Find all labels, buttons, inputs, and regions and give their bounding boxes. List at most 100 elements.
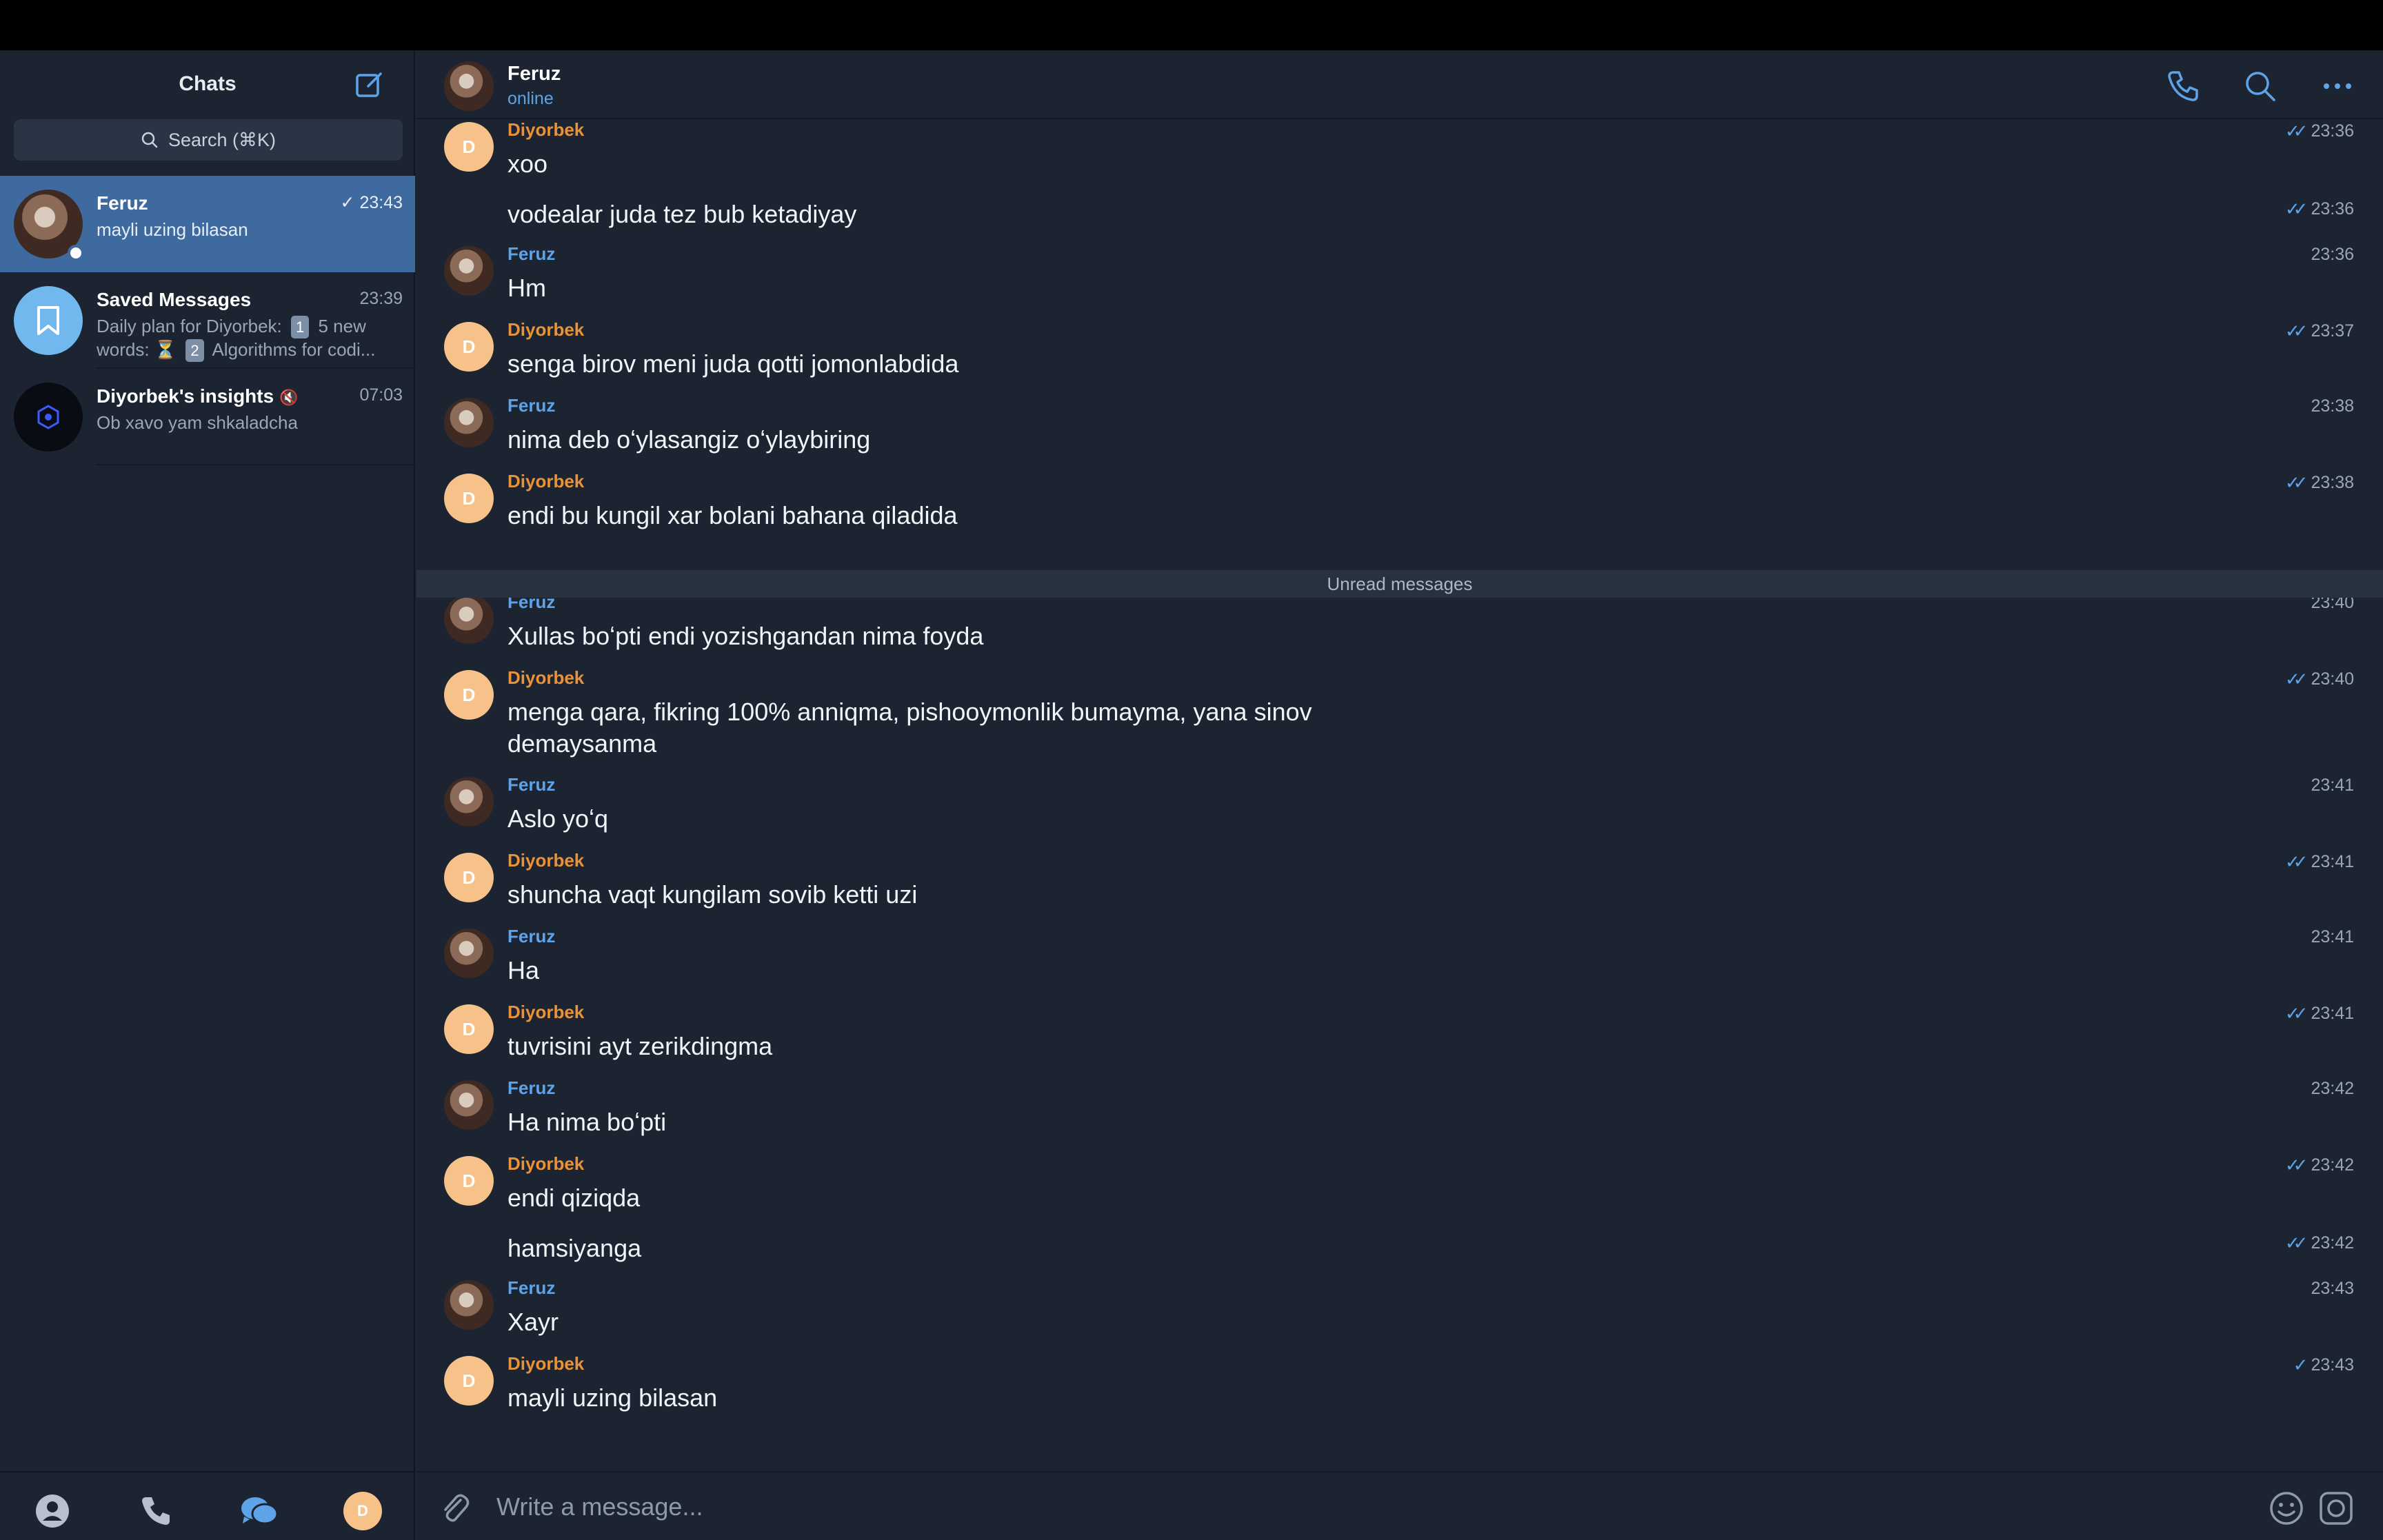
sender-avatar[interactable]: D [444,122,494,172]
chats-icon[interactable] [239,1490,280,1532]
sender-avatar[interactable] [444,1080,494,1130]
time-value: 23:36 [2311,245,2354,264]
message-time: 23:38 [2311,396,2354,416]
message-time: 23:41 [2311,776,2354,796]
message-time: ✓✓ 23:36 [2285,121,2354,142]
message-text: endi qiziqda [507,1184,641,1212]
message-text: Xullas boʻpti endi yozishgandan nima foy… [507,622,984,650]
message-time: ✓✓ 23:36 [2285,199,2354,220]
message-sender[interactable]: Diyorbek [507,1353,584,1375]
message-sender[interactable]: Diyorbek [507,1153,584,1175]
read-status-icon: ✓✓ [2284,472,2308,493]
message-sender[interactable]: Feruz [507,1077,555,1099]
saved-messages-avatar [14,286,83,355]
sender-avatar[interactable] [444,1280,494,1330]
time-value: 23:42 [2311,1079,2354,1098]
search-input[interactable]: Search (⌘K) [14,119,403,161]
sender-avatar[interactable]: D [444,853,494,902]
sender-avatar[interactable]: D [444,1004,494,1054]
message-sender[interactable]: Feruz [507,395,555,416]
sender-avatar[interactable]: D [444,474,494,523]
message-time: ✓ 23:43 [2293,1355,2354,1376]
peer-name[interactable]: Feruz [507,63,561,85]
message-time: ✓✓ 23:40 [2285,669,2354,690]
chat-item-saved-messages[interactable]: Saved Messages 23:39 Daily plan for Diyo… [0,272,415,369]
chat-preview: mayli uzing bilasan [97,219,248,240]
message-time: ✓✓ 23:42 [2285,1155,2354,1176]
message-time: ✓✓ 23:42 [2285,1233,2354,1254]
sender-avatar[interactable] [444,594,494,644]
message-text: nima deb oʻylasangiz oʻylaybiring [507,425,871,454]
time-value: 23:42 [2311,1155,2354,1175]
sender-avatar[interactable] [444,246,494,296]
sender-avatar[interactable] [444,777,494,827]
message-sender[interactable]: Feruz [507,1277,555,1299]
muted-icon: 🔇 [279,389,299,406]
sender-avatar[interactable] [444,929,494,978]
time-value: 23:36 [2311,199,2354,219]
profile-avatar[interactable]: D [342,1490,383,1532]
message-sender[interactable]: Diyorbek [507,850,584,871]
message-time: 23:41 [2311,927,2354,947]
message-sender[interactable]: Diyorbek [507,319,584,341]
sidebar: Chats Search (⌘K) Feruz ✓ 23:43 mayli uz… [0,50,415,1540]
message-sender[interactable]: Feruz [507,926,555,947]
conversation-header: Feruz online [416,50,2383,119]
contacts-icon[interactable] [32,1490,73,1532]
more-icon[interactable] [2320,68,2355,104]
message-text: Ha [507,956,540,984]
unread-divider: Unread messages [416,570,2383,598]
read-status-icon: ✓✓ [2284,1233,2308,1253]
sender-avatar[interactable]: D [444,670,494,720]
chat-item-feruz[interactable]: Feruz ✓ 23:43 mayli uzing bilasan [0,176,415,272]
time-value: 23:43 [2311,1279,2354,1298]
message-text: shuncha vaqt kungilam sovib ketti uzi [507,880,918,909]
read-status-icon: ✓✓ [2284,1003,2308,1024]
sidebar-header: Chats [0,50,415,119]
hourglass-icon: ⏳ [154,339,177,360]
time-value: 23:43 [2311,1355,2354,1375]
calls-icon[interactable] [135,1490,177,1532]
message-sender[interactable]: Diyorbek [507,667,584,689]
message-sender[interactable]: Diyorbek [507,119,584,141]
time-value: 23:41 [2311,927,2354,946]
search-icon[interactable] [2242,68,2278,104]
message-sender[interactable]: Diyorbek [507,1002,584,1023]
chat-item-diyorbek-insights[interactable]: Diyorbek's insights 🔇 07:03 Ob xavo yam … [0,369,415,465]
message-text: hamsiyanga [507,1234,642,1262]
sender-avatar[interactable] [444,398,494,447]
message-sender[interactable]: Feruz [507,774,555,796]
attach-icon[interactable] [437,1490,473,1526]
chat-name: Feruz [97,192,148,214]
sender-avatar[interactable]: D [444,1356,494,1406]
sender-avatar[interactable]: D [444,322,494,372]
message-time: 23:36 [2311,245,2354,265]
message-sender[interactable]: Diyorbek [507,471,584,492]
compose-icon[interactable] [353,68,386,101]
message-composer [416,1471,2383,1540]
message-sender[interactable]: Feruz [507,243,555,265]
read-check-icon: ✓ [340,193,355,212]
divider [97,464,415,465]
chat-name: Saved Messages [97,289,252,310]
chat-time: ✓ 23:43 [340,193,403,212]
message-input[interactable] [496,1488,2151,1526]
message-text: menga qara, fikring 100% anniqma, pishoo… [507,698,1312,758]
chat-time: 07:03 [359,385,403,405]
read-status-icon: ✓ [2293,1355,2309,1375]
message-text: mayli uzing bilasan [507,1384,718,1412]
read-status-icon: ✓✓ [2284,321,2308,341]
peer-avatar[interactable] [444,61,494,111]
online-indicator [68,245,84,261]
chat-time: 23:39 [359,289,403,308]
read-status-icon: ✓✓ [2284,851,2308,872]
emoji-icon[interactable] [2267,1489,2306,1528]
message-time: 23:42 [2311,1079,2354,1099]
video-message-icon[interactable] [2317,1489,2355,1528]
time-value: 23:38 [2311,396,2354,416]
message-text: xoo [507,150,548,178]
sender-avatar[interactable]: D [444,1156,494,1206]
message-text: senga birov meni juda qotti jomonlabdida [507,349,959,378]
message-text: Ha nima boʻpti [507,1108,667,1136]
phone-icon[interactable] [2165,68,2201,104]
